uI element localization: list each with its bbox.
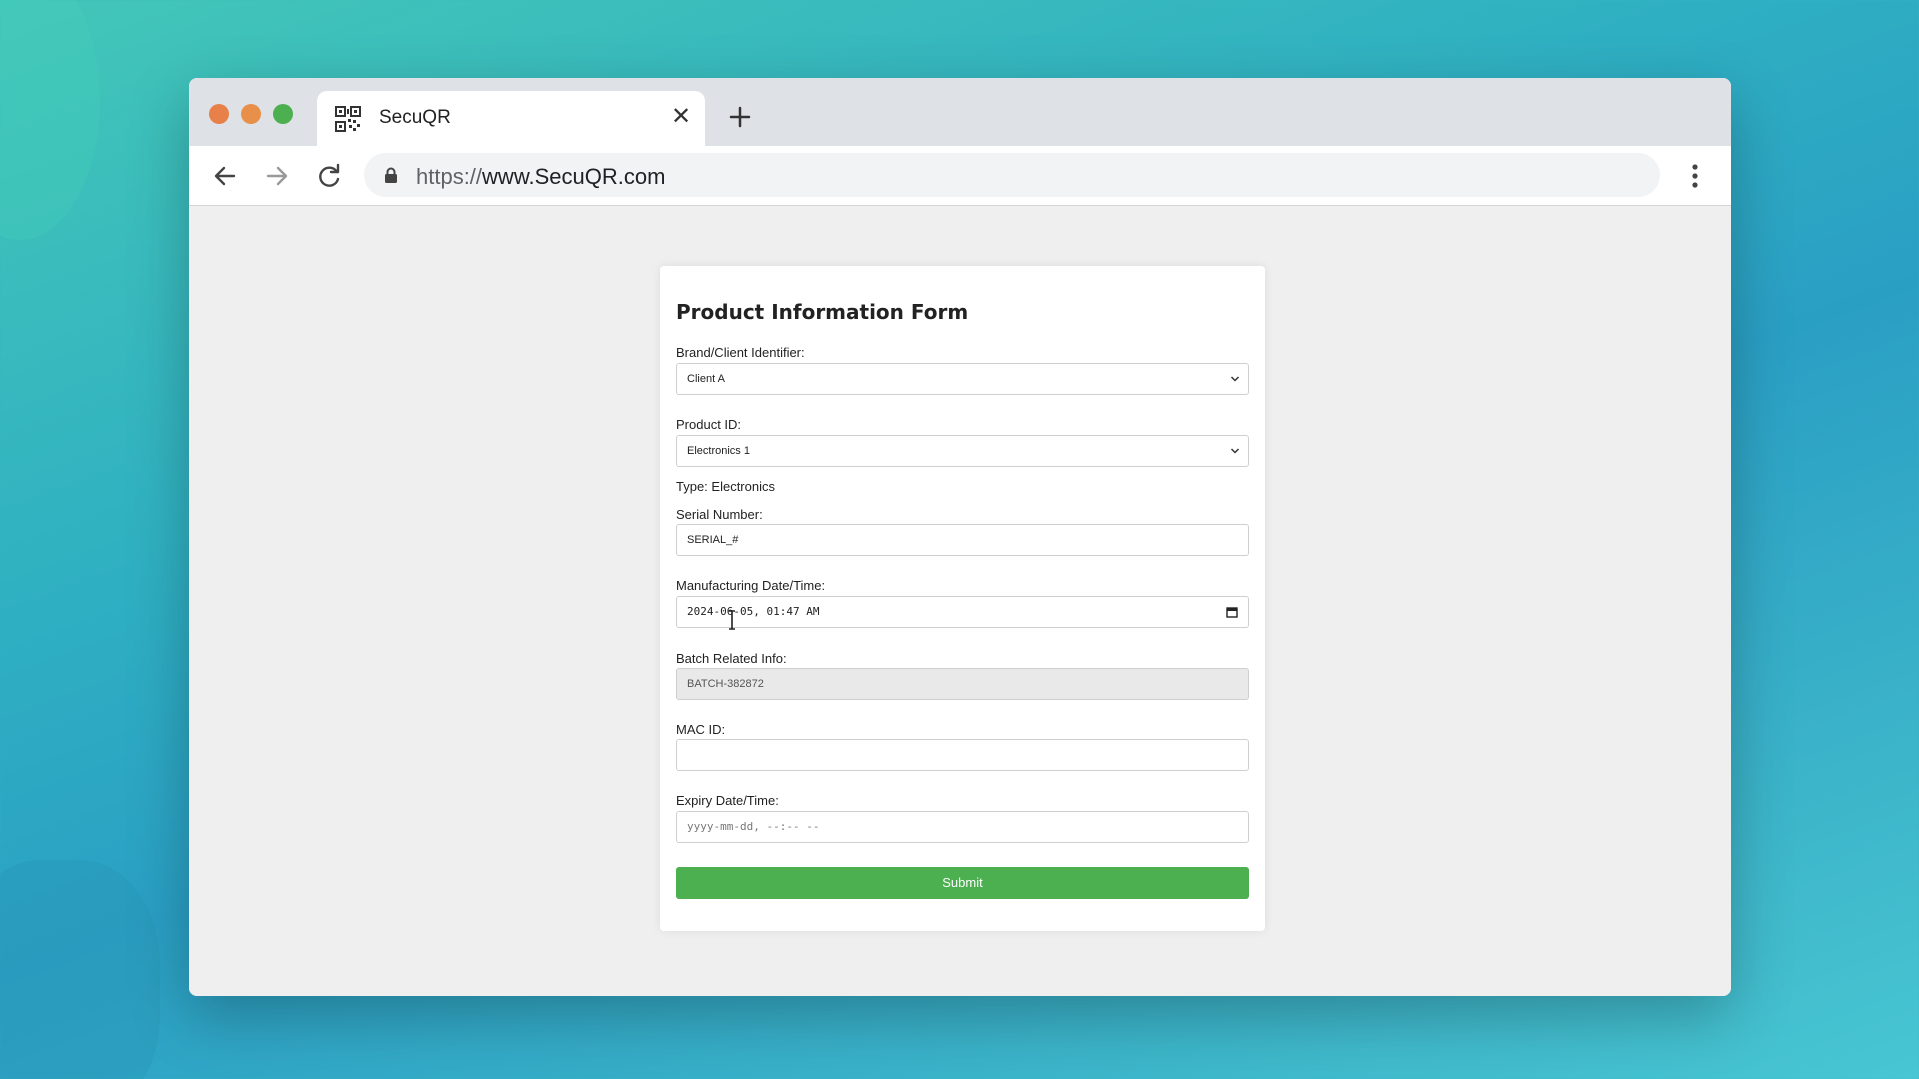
brand-select[interactable]: Client A (676, 363, 1249, 395)
close-window-button[interactable] (209, 104, 229, 124)
submit-button[interactable]: Submit (676, 867, 1249, 899)
product-form-card: Product Information Form Brand/Client Id… (660, 266, 1265, 931)
close-icon[interactable]: ✕ (671, 103, 691, 131)
brand-select-value: Client A (687, 373, 725, 385)
tab-title: SecuQR (379, 107, 451, 128)
text-cursor-icon (729, 610, 735, 630)
background-decoration (0, 0, 100, 240)
browser-toolbar: https://www.SecuQR.com (189, 146, 1731, 206)
batch-info-label: Batch Related Info: (676, 651, 787, 666)
manufacturing-datetime-label: Manufacturing Date/Time: (676, 578, 826, 593)
manufacturing-datetime-value: 2024-06-05, 01:47 AM (687, 605, 820, 618)
brand-label: Brand/Client Identifier: (676, 345, 805, 360)
address-bar[interactable]: https://www.SecuQR.com (364, 153, 1660, 197)
product-id-label: Product ID: (676, 417, 742, 432)
serial-number-value: SERIAL_# (687, 534, 739, 546)
mac-id-label: MAC ID: (676, 722, 726, 737)
product-type-text: Type: Electronics (676, 479, 775, 494)
back-arrow-icon[interactable] (209, 160, 241, 192)
reload-icon[interactable] (313, 160, 345, 192)
plus-icon[interactable] (725, 102, 755, 132)
browser-window: SecuQR ✕ https://www.SecuQR.com Product … (189, 78, 1731, 996)
manufacturing-datetime-input[interactable]: 2024-06-05, 01:47 AM (676, 596, 1249, 628)
serial-number-label: Serial Number: (676, 507, 763, 522)
forward-arrow-icon[interactable] (261, 160, 293, 192)
minimize-window-button[interactable] (241, 104, 261, 124)
page-title: Product Information Form (676, 300, 969, 324)
chevron-down-icon (1230, 448, 1240, 454)
chevron-down-icon (1230, 376, 1240, 382)
kebab-menu-icon[interactable] (1689, 162, 1701, 190)
product-id-select-value: Electronics 1 (687, 445, 750, 457)
background-decoration (0, 860, 160, 1079)
maximize-window-button[interactable] (273, 104, 293, 124)
product-id-select[interactable]: Electronics 1 (676, 435, 1249, 467)
expiry-datetime-label: Expiry Date/Time: (676, 793, 779, 808)
expiry-datetime-placeholder: yyyy-mm-dd, --:-- -- (687, 820, 820, 833)
serial-number-input[interactable]: SERIAL_# (676, 524, 1249, 556)
tab-secuqr[interactable]: SecuQR ✕ (317, 91, 705, 147)
page-content: Product Information Form Brand/Client Id… (189, 206, 1731, 996)
mac-id-input[interactable] (676, 739, 1249, 771)
url-text: https://www.SecuQR.com (416, 164, 666, 189)
batch-info-input: BATCH-382872 (676, 668, 1249, 700)
lock-icon (385, 167, 397, 183)
calendar-icon[interactable] (1226, 606, 1238, 618)
expiry-datetime-input[interactable]: yyyy-mm-dd, --:-- -- (676, 811, 1249, 843)
tab-bar: SecuQR ✕ (189, 78, 1731, 147)
batch-info-value: BATCH-382872 (687, 678, 764, 690)
qr-code-icon (335, 106, 361, 132)
